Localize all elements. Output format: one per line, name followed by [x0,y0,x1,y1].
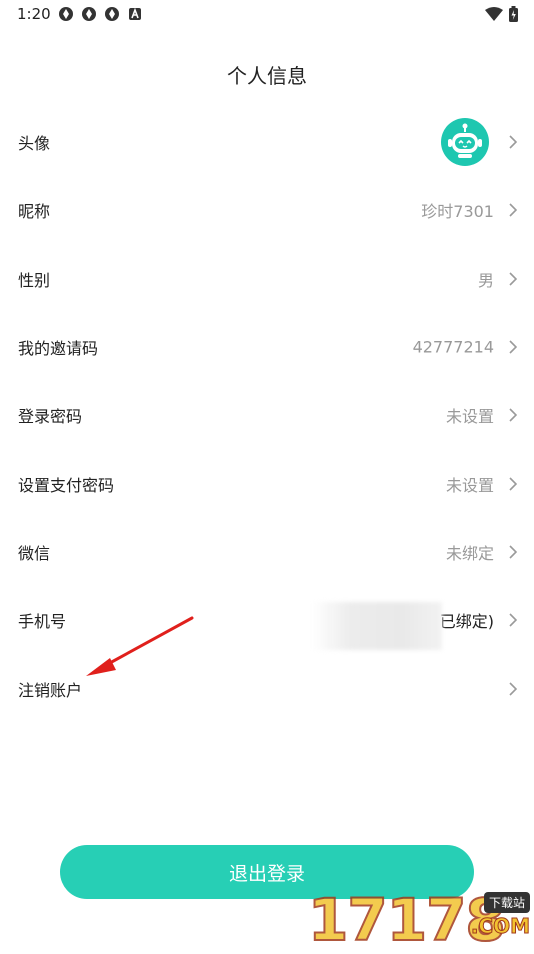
watermark-tag: 下载站 [483,892,530,913]
row-label: 微信 [18,543,51,563]
watermark-logo: 17178 下载站 .COM [307,888,534,951]
page-title: 个人信息 [227,64,307,88]
app-notification-icon [82,7,96,21]
chevron-right-icon [509,135,517,149]
redacted-phone-blur [312,602,442,650]
robot-avatar-icon[interactable] [441,118,489,167]
row-label: 手机号 [18,612,67,632]
row-value: 珍时7301 [421,202,494,222]
row-value: 男 [477,270,494,290]
chevron-right-icon [509,203,517,218]
app-notification-icon [59,7,73,21]
chevron-right-icon [509,408,517,422]
battery-icon [509,6,518,22]
row-avatar[interactable]: 头像 [0,108,534,176]
row-wechat[interactable]: 微信 未绑定 [0,518,534,586]
a-notification-icon [129,7,141,20]
chevron-right-icon [509,613,517,627]
row-value: 已绑定) [439,612,494,632]
row-nickname[interactable]: 昵称 珍时7301 [0,176,534,244]
chevron-right-icon [509,340,517,354]
row-label: 登录密码 [18,407,83,427]
row-payment-password[interactable]: 设置支付密码 未设置 [0,449,534,517]
annotation-arrow-icon [86,616,194,676]
row-value: 42777214 [412,337,494,357]
wifi-icon [485,7,503,21]
row-label: 设置支付密码 [18,475,115,495]
row-value: 未绑定 [445,543,494,563]
row-label: 头像 [18,134,51,154]
status-bar: 1:20 [0,0,534,28]
row-value: 未设置 [445,475,494,495]
row-gender[interactable]: 性别 男 [0,245,534,313]
chevron-right-icon [509,477,517,491]
chevron-right-icon [509,545,517,559]
app-notification-icon [105,7,119,21]
status-time: 1:20 [17,5,51,23]
status-notification-icons [58,6,143,22]
chevron-right-icon [509,272,517,286]
watermark-suffix: .COM [470,914,530,939]
row-label: 我的邀请码 [18,339,99,359]
chevron-right-icon [509,681,517,696]
row-label: 昵称 [18,202,51,222]
row-label: 性别 [18,270,51,290]
row-invite-code[interactable]: 我的邀请码 42777214 [0,313,534,381]
status-right-icons [485,6,518,22]
row-login-password[interactable]: 登录密码 未设置 [0,381,534,449]
row-value: 未设置 [445,407,494,427]
row-label: 注销账户 [18,680,83,700]
